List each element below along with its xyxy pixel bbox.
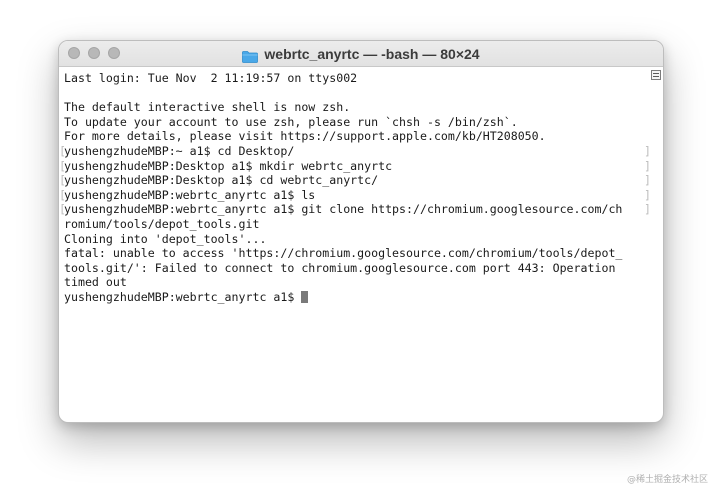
mark-bracket-left-icon: [: [59, 202, 66, 217]
terminal-line: Cloning into 'depot_tools'...: [64, 232, 649, 247]
mark-bracket-left-icon: [: [59, 143, 66, 158]
mark-bracket-left-icon: [: [59, 173, 66, 188]
terminal-line-text: tools.git/': Failed to connect to chromi…: [64, 260, 616, 275]
terminal-line: yushengzhudeMBP:~ a1$ cd Desktop/[]: [59, 143, 651, 159]
text-cursor: [301, 290, 309, 303]
screenshot-page: webrtc_anyrtc — -bash — 80×24 Last login…: [0, 0, 720, 499]
mark-bracket-left-icon: [: [59, 187, 66, 202]
terminal-line: fatal: unable to access 'https://chromiu…: [64, 246, 649, 261]
terminal-line-text: yushengzhudeMBP:~ a1$ cd Desktop/: [64, 143, 295, 158]
terminal-line-text: Last login: Tue Nov 2 11:19:57 on ttys00…: [64, 71, 358, 85]
terminal-line: yushengzhudeMBP:Desktop a1$ mkdir webrtc…: [59, 158, 651, 174]
terminal-line: yushengzhudeMBP:webrtc_anyrtc a1$ ls[]: [59, 187, 651, 203]
terminal-line: yushengzhudeMBP:webrtc_anyrtc a1$ git cl…: [59, 202, 651, 217]
title-bar[interactable]: webrtc_anyrtc — -bash — 80×24: [59, 41, 663, 67]
terminal-line: yushengzhudeMBP:Desktop a1$ cd webrtc_an…: [59, 173, 651, 188]
window-title: webrtc_anyrtc — -bash — 80×24: [264, 46, 480, 62]
terminal-line: For more details, please visit https://s…: [64, 129, 649, 144]
scroll-menu-icon[interactable]: [651, 70, 661, 80]
terminal-line: yushengzhudeMBP:webrtc_anyrtc a1$: [64, 290, 649, 305]
scroll-area[interactable]: [649, 67, 663, 422]
terminal-line: Last login: Tue Nov 2 11:19:57 on ttys00…: [64, 71, 649, 86]
terminal-line: The default interactive shell is now zsh…: [64, 100, 649, 115]
terminal-line-text: Cloning into 'depot_tools'...: [64, 231, 267, 246]
terminal-line-text: yushengzhudeMBP:webrtc_anyrtc a1$: [64, 289, 302, 304]
mark-bracket-left-icon: [: [59, 158, 66, 173]
terminal-line: timed out: [64, 275, 649, 290]
terminal-line-text: yushengzhudeMBP:Desktop a1$ mkdir webrtc…: [64, 158, 393, 173]
watermark: @稀土掘金技术社区: [626, 475, 708, 485]
terminal-line-text: For more details, please visit https://s…: [64, 129, 546, 144]
window-title-group: webrtc_anyrtc — -bash — 80×24: [59, 41, 663, 67]
terminal-line: tools.git/': Failed to connect to chromi…: [64, 261, 649, 276]
terminal-line: romium/tools/depot_tools.git: [64, 217, 649, 232]
folder-icon: [242, 48, 259, 63]
terminal-line-text: fatal: unable to access 'https://chromiu…: [64, 246, 623, 261]
terminal-window: webrtc_anyrtc — -bash — 80×24 Last login…: [58, 40, 664, 423]
terminal-line-text: timed out: [64, 275, 127, 290]
terminal-line-text: To update your account to use zsh, pleas…: [64, 114, 518, 129]
terminal-line-text: yushengzhudeMBP:webrtc_anyrtc a1$ git cl…: [64, 202, 623, 217]
terminal-line-text: romium/tools/depot_tools.git: [64, 216, 260, 231]
terminal-line: To update your account to use zsh, pleas…: [64, 115, 649, 130]
terminal-line-text: yushengzhudeMBP:webrtc_anyrtc a1$ ls: [64, 187, 316, 202]
terminal-output[interactable]: Last login: Tue Nov 2 11:19:57 on ttys00…: [59, 67, 651, 422]
terminal-line-text: The default interactive shell is now zsh…: [64, 100, 351, 115]
terminal-line-text: yushengzhudeMBP:Desktop a1$ cd webrtc_an…: [64, 173, 379, 188]
